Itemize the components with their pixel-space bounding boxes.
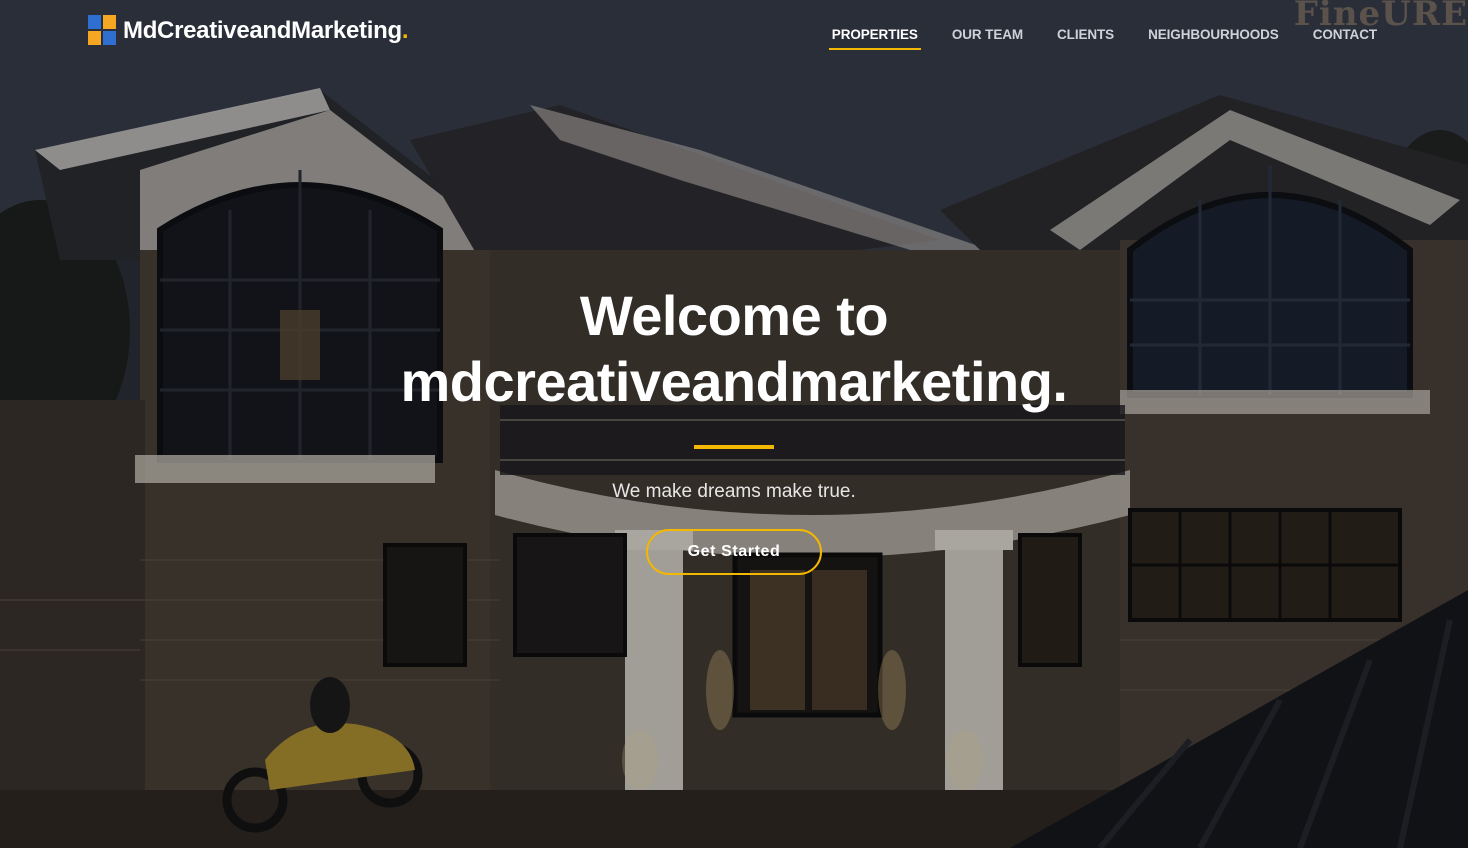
site-logo[interactable]: MdCreativeandMarketing. (88, 15, 409, 47)
nav-our-team[interactable]: OUR TEAM (949, 24, 1026, 48)
nav-clients[interactable]: CLIENTS (1054, 24, 1117, 48)
site-header: MdCreativeandMarketing. FineURE PROPERTI… (0, 0, 1468, 70)
nav-contact[interactable]: CONTACT (1310, 24, 1380, 48)
nav-neighbourhoods[interactable]: NEIGHBOURHOODS (1145, 24, 1282, 48)
brand-name: MdCreativeandMarketing. (123, 17, 409, 44)
hero-section: MdCreativeandMarketing. FineURE PROPERTI… (0, 0, 1468, 848)
brand-dot: . (401, 17, 409, 44)
main-nav: PROPERTIES OUR TEAM CLIENTS NEIGHBOURHOO… (801, 24, 1380, 50)
hero-title-line2: mdcreativeandmarketing. (400, 350, 1068, 413)
mb-squares-logo-icon (88, 15, 117, 47)
title-divider (694, 445, 774, 449)
get-started-button[interactable]: Get Started (645, 529, 823, 575)
hero-title: Welcome to mdcreativeandmarketing. (0, 283, 1468, 415)
nav-properties[interactable]: PROPERTIES (828, 24, 921, 50)
hero-title-line1: Welcome to (579, 284, 889, 347)
hero-subtitle: We make dreams make true. (612, 481, 856, 502)
hero-content: Welcome to mdcreativeandmarketing. We ma… (0, 283, 1468, 575)
